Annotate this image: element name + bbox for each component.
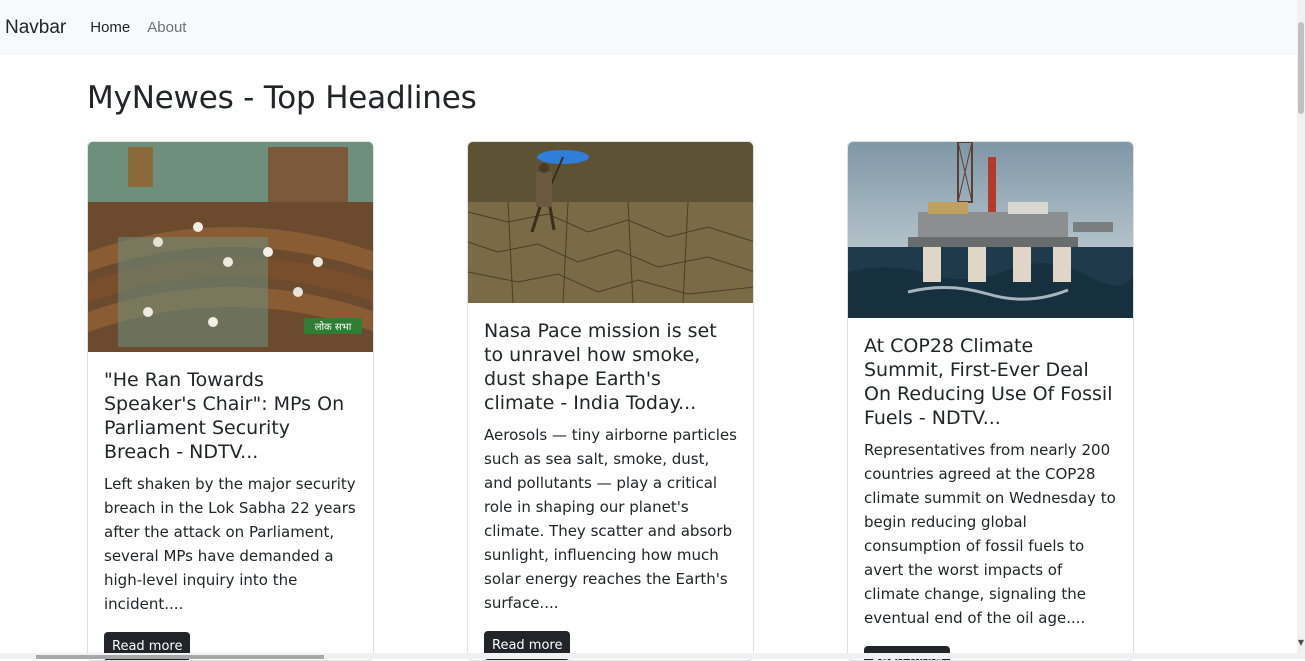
article-description: Aerosols — tiny airborne particles such … (484, 426, 737, 612)
image-caption: लोक सभा (315, 321, 352, 333)
drought-image (468, 142, 753, 303)
horizontal-scrollbar-thumb[interactable] (36, 655, 324, 659)
parliament-image: लोक सभा (88, 142, 373, 352)
nav-link-about[interactable]: About (147, 19, 186, 36)
article-description: Left shaken by the major security breach… (104, 475, 356, 613)
article-description: Representatives from nearly 200 countrie… (864, 441, 1116, 627)
vertical-scrollbar-thumb[interactable] (1298, 22, 1304, 114)
news-image-parliament: लोक सभा (88, 142, 373, 352)
news-image-drought (468, 142, 753, 303)
news-card: लोक सभा "He Ran Towards Speaker's Chair"… (87, 141, 374, 661)
article-title: At COP28 Climate Summit, First-Ever Deal… (864, 335, 1113, 429)
horizontal-scrollbar[interactable] (0, 653, 1297, 659)
news-card: At COP28 Climate Summit, First-Ever Deal… (847, 141, 1134, 661)
article-title: Nasa Pace mission is set to unravel how … (484, 320, 717, 414)
vertical-scrollbar[interactable]: ▼ (1297, 0, 1305, 659)
news-card: Nasa Pace mission is set to unravel how … (467, 141, 754, 661)
nav-link-home[interactable]: Home (90, 19, 130, 36)
oil-rig-image (848, 142, 1133, 318)
page-title: MyNewes - Top Headlines (87, 80, 477, 116)
navbar-brand[interactable]: Navbar (5, 17, 66, 39)
news-image-oil-rig (848, 142, 1133, 318)
scroll-down-arrow-icon[interactable]: ▼ (1297, 639, 1305, 647)
navbar: Navbar Home About (0, 0, 1297, 55)
article-title: "He Ran Towards Speaker's Chair": MPs On… (104, 369, 345, 463)
